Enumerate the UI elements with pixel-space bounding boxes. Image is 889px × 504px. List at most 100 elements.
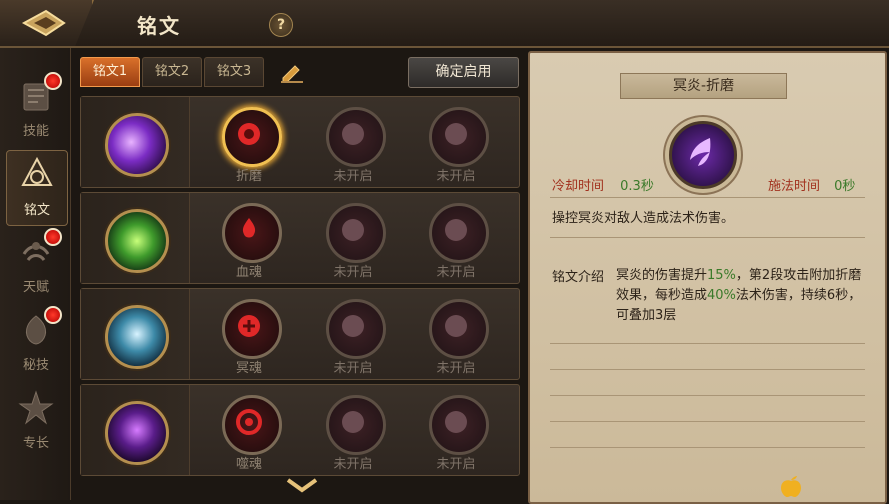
red-rune-icon: [238, 123, 260, 145]
nav-item-inscription[interactable]: 铭文: [6, 150, 68, 226]
skill-cell: [81, 289, 190, 379]
apple-logo-icon: [781, 476, 801, 497]
red-rune-icon: [238, 315, 260, 337]
intro-highlight: 40%: [707, 288, 736, 303]
confirm-enable-button[interactable]: 确定启用: [408, 57, 519, 88]
skeleton-king-skill-icon[interactable]: [105, 305, 169, 369]
intro-part: 冥炎的伤害提升: [616, 268, 708, 283]
nav-item-talent[interactable]: 天赋: [6, 228, 66, 302]
slot-label: 未开启: [333, 169, 373, 184]
purple-flame-skill-icon[interactable]: [105, 113, 169, 177]
locked-rune-icon: [342, 123, 364, 145]
cast-time-stat: 施法时间 0秒: [768, 175, 855, 194]
inscription-row: 血魂 未开启 未开启: [80, 192, 520, 284]
inscription-detail-panel: 冥炎-折磨 冷却时间 0.3秒 施法时间 0秒 操控冥炎对敌人造成法术伤害。 铭…: [528, 51, 887, 504]
cast-time-label: 施法时间: [768, 179, 821, 194]
locked-rune-icon: [445, 411, 467, 433]
slot-label: 折磨: [235, 169, 262, 184]
locked-rune-icon: [342, 219, 364, 241]
skill-cell: [81, 193, 190, 283]
nav-label: 秘技: [22, 358, 49, 373]
skill-description: 操控冥炎对敌人造成法术伤害。: [552, 211, 735, 226]
slot-label: 噬魂: [235, 457, 262, 472]
inscription-slot-locked[interactable]: [429, 107, 489, 167]
back-arrow-icon: [21, 9, 66, 37]
inscription-row: 噬魂 未开启 未开启: [80, 384, 520, 476]
page-title: 铭文: [137, 14, 181, 38]
slot-label: 未开启: [436, 361, 476, 376]
inscription-slot-locked[interactable]: [429, 395, 489, 455]
divider: [550, 421, 865, 422]
inscription-detail-icon: [669, 121, 737, 189]
nav-item-specialty[interactable]: 专长: [6, 384, 66, 458]
cooldown-label: 冷却时间: [552, 179, 605, 194]
edit-pencil-icon[interactable]: [279, 60, 305, 84]
top-bar: 铭文 ?: [0, 0, 889, 48]
inscription-slot-locked[interactable]: [326, 107, 386, 167]
nav-label: 天赋: [22, 280, 49, 295]
slot-label: 未开启: [436, 169, 476, 184]
notification-dot: [44, 228, 62, 246]
tab-inscription-2[interactable]: 铭文2: [142, 57, 202, 87]
slot-label: 未开启: [333, 361, 373, 376]
intro-highlight: 15%: [707, 268, 736, 283]
inscription-slot-locked[interactable]: [326, 395, 386, 455]
notification-dot: [44, 72, 62, 90]
locked-rune-icon: [445, 123, 467, 145]
shadow-beast-skill-icon[interactable]: [105, 401, 169, 465]
locked-rune-icon: [342, 411, 364, 433]
locked-rune-icon: [445, 219, 467, 241]
inscription-slot[interactable]: [222, 299, 282, 359]
divider: [550, 343, 865, 344]
divider: [550, 197, 865, 198]
inscription-slot[interactable]: [222, 107, 282, 167]
slot-label: 血魂: [235, 265, 262, 280]
skill-cell: [81, 385, 190, 475]
cooldown-stat: 冷却时间 0.3秒: [552, 175, 654, 194]
notification-dot: [44, 306, 62, 324]
slot-label: 未开启: [436, 457, 476, 472]
divider: [550, 369, 865, 370]
nav-label: 技能: [22, 124, 49, 139]
cast-time-value: 0秒: [834, 179, 856, 194]
red-rune-icon: [242, 218, 256, 238]
intro-label: 铭文介绍: [552, 270, 605, 285]
nav-item-skills[interactable]: 技能: [6, 72, 66, 146]
inscription-row: 冥魂 未开启 未开启: [80, 288, 520, 380]
inscription-slot-locked[interactable]: [326, 299, 386, 359]
nav-item-secret-skill[interactable]: 秘技: [6, 306, 66, 380]
purple-flame-icon: [690, 138, 711, 166]
inscription-slot-locked[interactable]: [429, 299, 489, 359]
inscription-rows: 折磨 未开启 未开启 血魂 未开启 未开启 冥魂 未开启 未开启 噬魂 未开启 …: [78, 93, 520, 500]
inscription-slot[interactable]: [222, 395, 282, 455]
detail-title: 冥炎-折磨: [620, 73, 787, 99]
intro-text: 冥炎的伤害提升15%，第2段攻击附加折磨效果，每秒造成40%法术伤害，持续6秒，…: [616, 266, 866, 326]
inscription-slot[interactable]: [222, 203, 282, 263]
slot-label: 冥魂: [235, 361, 262, 376]
cooldown-value: 0.3秒: [620, 179, 654, 194]
back-button[interactable]: [0, 0, 94, 46]
red-rune-icon: [236, 409, 262, 435]
specialty-icon: [18, 390, 54, 425]
divider: [550, 447, 865, 448]
slot-label: 未开启: [333, 457, 373, 472]
slot-label: 未开启: [436, 265, 476, 280]
skill-cell: [81, 97, 190, 187]
inscription-icon: [21, 156, 53, 186]
help-button[interactable]: ?: [269, 13, 293, 37]
nav-label: 铭文: [23, 203, 50, 218]
slot-label: 未开启: [333, 265, 373, 280]
locked-rune-icon: [445, 315, 467, 337]
inscription-slot-locked[interactable]: [429, 203, 489, 263]
nav-label: 专长: [22, 436, 49, 451]
inscription-slot-locked[interactable]: [326, 203, 386, 263]
scroll-down-arrow-icon[interactable]: [284, 476, 320, 494]
locked-rune-icon: [342, 315, 364, 337]
side-nav: 技能 铭文 天赋 秘技 专长: [0, 48, 71, 500]
tab-inscription-3[interactable]: 铭文3: [204, 57, 264, 87]
inscription-row: 折磨 未开启 未开启: [80, 96, 520, 188]
tab-inscription-1[interactable]: 铭文1: [80, 57, 140, 87]
green-blades-skill-icon[interactable]: [105, 209, 169, 273]
divider: [550, 395, 865, 396]
divider: [550, 237, 865, 238]
